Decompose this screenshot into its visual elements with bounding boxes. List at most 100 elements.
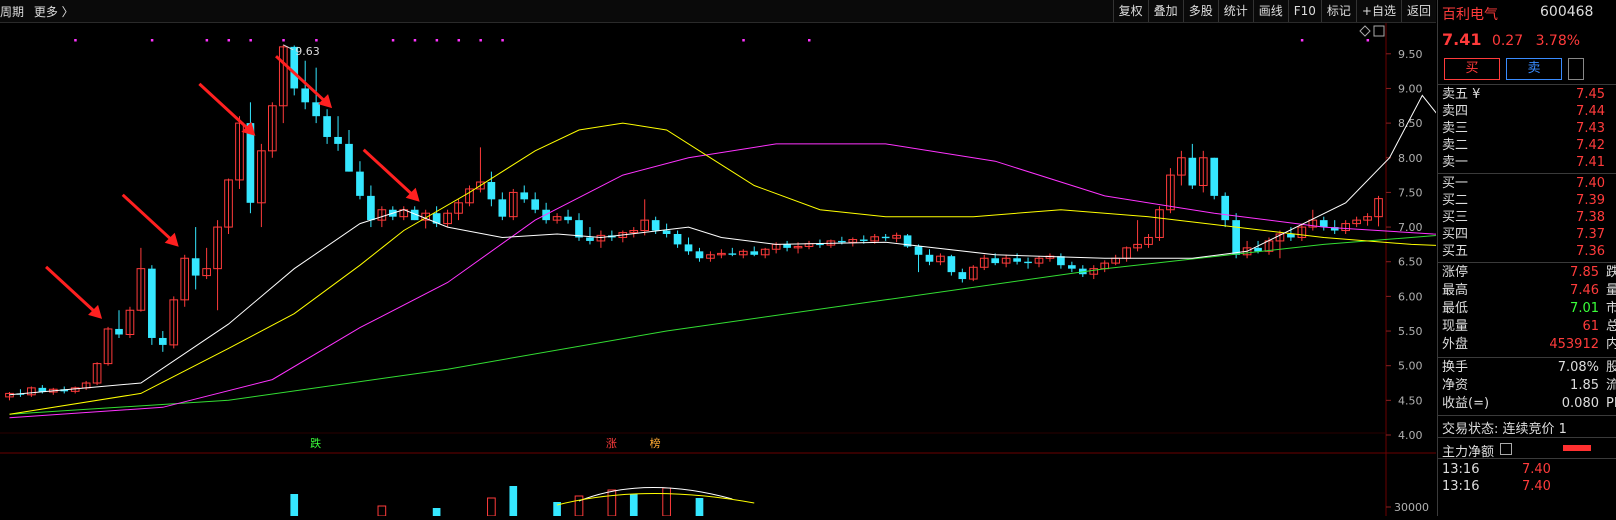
volume-bar bbox=[695, 498, 704, 516]
stock-name[interactable]: 百利电气 bbox=[1442, 4, 1498, 24]
candle-down bbox=[1221, 195, 1230, 221]
bids-row[interactable]: 买四 7.37 bbox=[1438, 226, 1616, 243]
ma60-line bbox=[9, 223, 1616, 415]
divider bbox=[1438, 173, 1616, 174]
asks-row[interactable]: 卖四 7.44 bbox=[1438, 103, 1616, 120]
toolbar-button-2[interactable]: 多股 bbox=[1182, 0, 1218, 22]
candle-down bbox=[334, 136, 342, 144]
volume-bar bbox=[629, 494, 638, 516]
more-trade-button[interactable] bbox=[1568, 58, 1584, 80]
stat-value: 7.46 bbox=[1570, 283, 1599, 298]
asks-row[interactable]: 卖三 7.43 bbox=[1438, 120, 1616, 137]
stat-value: 1.85 bbox=[1570, 378, 1599, 393]
tick-price: 7.40 bbox=[1522, 462, 1551, 477]
price-row: 7.41 0.27 3.78% bbox=[1442, 30, 1588, 49]
candle-down bbox=[1188, 157, 1197, 186]
volume-bar bbox=[377, 505, 387, 517]
candle-down bbox=[1287, 234, 1295, 238]
bids-row[interactable]: 买二 7.39 bbox=[1438, 192, 1616, 209]
bid-book: 买一 7.40 买二 7.39 买三 7.38 买四 7.37 买五 7.36 bbox=[1438, 175, 1616, 260]
candle-down bbox=[148, 268, 156, 338]
buy-button[interactable]: 买 bbox=[1444, 58, 1500, 80]
stat-tail: 市 bbox=[1606, 301, 1616, 316]
candle-down bbox=[586, 237, 594, 241]
stat-row: 最高 7.46 量 bbox=[1438, 282, 1616, 300]
tick-time: 13:16 bbox=[1442, 462, 1480, 477]
kline-svg[interactable]: 9.509.008.508.007.507.006.506.005.505.00… bbox=[0, 23, 1616, 517]
asks-price: 7.43 bbox=[1576, 121, 1605, 136]
stat-value: 7.08% bbox=[1557, 360, 1599, 375]
annotation-arrow bbox=[45, 265, 99, 315]
last-price: 7.41 bbox=[1442, 30, 1482, 49]
price-change: 0.27 bbox=[1491, 33, 1524, 49]
ma5-line bbox=[9, 94, 1616, 396]
bids-price: 7.38 bbox=[1576, 210, 1605, 225]
stat-row: 收益(=) 0.080 PE bbox=[1438, 395, 1616, 413]
toolbar-button-8[interactable]: 返回 bbox=[1400, 0, 1436, 22]
tick-time: 13:16 bbox=[1442, 479, 1480, 494]
stats-block-2: 换手 7.08% 股净资 1.85 流收益(=) 0.080 PE bbox=[1438, 359, 1616, 413]
y-tick-label: 8.00 bbox=[1398, 152, 1423, 165]
asks-row[interactable]: 卖二 7.42 bbox=[1438, 137, 1616, 154]
candle-down bbox=[750, 251, 759, 255]
candle-down bbox=[367, 195, 375, 221]
volume-bar bbox=[509, 486, 518, 516]
candle-down bbox=[191, 258, 200, 276]
y-tick-label: 6.00 bbox=[1398, 290, 1423, 303]
period-label[interactable]: 周期 bbox=[0, 5, 24, 19]
toolbar-button-1[interactable]: 叠加 bbox=[1147, 0, 1183, 22]
candle-down bbox=[1057, 256, 1065, 266]
signal-dot bbox=[205, 39, 209, 42]
candle-down bbox=[564, 216, 572, 221]
candle-down bbox=[991, 258, 1000, 264]
y-tick-label: 4.00 bbox=[1398, 429, 1423, 442]
toolbar-button-7[interactable]: +自选 bbox=[1355, 0, 1401, 22]
candle-down bbox=[301, 88, 310, 103]
toolbar-button-6[interactable]: 标记 bbox=[1320, 0, 1356, 22]
asks-label: 卖二 bbox=[1442, 138, 1469, 153]
trade-buttons: 买 卖 bbox=[1444, 58, 1584, 80]
top-toolbar: 周期 更多 〉 复权 叠加 多股 统计 画线 F10 标记 +自选 返回 bbox=[0, 0, 1436, 23]
toolbar-button-4[interactable]: 画线 bbox=[1252, 0, 1288, 22]
event-marker[interactable]: 榜 bbox=[650, 436, 661, 450]
volume-bar bbox=[290, 494, 299, 516]
candle-down bbox=[1068, 265, 1076, 269]
period-selector[interactable]: 周期 更多 〉 bbox=[0, 3, 80, 20]
stat-row: 涨停 7.85 跌 bbox=[1438, 264, 1616, 282]
toolbar-button-3[interactable]: 统计 bbox=[1217, 0, 1253, 22]
volume-bar bbox=[574, 495, 584, 517]
candle-down bbox=[1232, 220, 1240, 255]
stat-tail: 量 bbox=[1606, 283, 1616, 298]
bids-row[interactable]: 买五 7.36 bbox=[1438, 243, 1616, 260]
toolbar-button-5[interactable]: F10 bbox=[1287, 0, 1321, 22]
sell-button[interactable]: 卖 bbox=[1506, 58, 1562, 80]
volume-bar bbox=[432, 508, 441, 516]
bids-row[interactable]: 买一 7.40 bbox=[1438, 175, 1616, 192]
toolbar-button-0[interactable]: 复权 bbox=[1112, 0, 1148, 22]
candle-down bbox=[575, 220, 583, 238]
stats-block-1: 涨停 7.85 跌最高 7.46 量最低 7.01 市现量 61 总外盘 453912 内 bbox=[1438, 264, 1616, 354]
event-marker[interactable]: 涨 bbox=[606, 437, 617, 450]
more-menu[interactable]: 更多 〉 bbox=[34, 5, 74, 19]
candle-down bbox=[673, 234, 682, 245]
y-tick-label: 7.50 bbox=[1398, 186, 1423, 199]
stat-value: 61 bbox=[1582, 319, 1599, 334]
y-tick-label: 9.50 bbox=[1398, 48, 1423, 61]
chart-toolbar: 复权 叠加 多股 统计 画线 F10 标记 +自选 返回 bbox=[1112, 0, 1436, 22]
volume-bar bbox=[607, 489, 617, 517]
bids-row[interactable]: 买三 7.38 bbox=[1438, 209, 1616, 226]
candle-down bbox=[1319, 220, 1328, 228]
candle-down bbox=[115, 328, 123, 335]
asks-row[interactable]: 卖五 ¥ 7.45 bbox=[1438, 86, 1616, 103]
candle-down bbox=[158, 337, 167, 345]
kline-chart[interactable]: 9.50 9.00 8.50 8.00 7.50 7.00 6.50 6.00 5.50 5.00… bbox=[0, 23, 1616, 517]
asks-price: 7.41 bbox=[1576, 155, 1605, 170]
candle-down bbox=[728, 253, 737, 255]
signal-dot bbox=[742, 39, 745, 42]
settings-icon[interactable] bbox=[1500, 443, 1512, 455]
asks-row[interactable]: 卖一 7.41 bbox=[1438, 154, 1616, 171]
candle-down bbox=[914, 246, 923, 255]
event-marker[interactable]: 跌 bbox=[310, 436, 321, 450]
volume-tick-label: 30000 bbox=[1394, 501, 1429, 514]
bids-label: 买五 bbox=[1442, 244, 1469, 259]
